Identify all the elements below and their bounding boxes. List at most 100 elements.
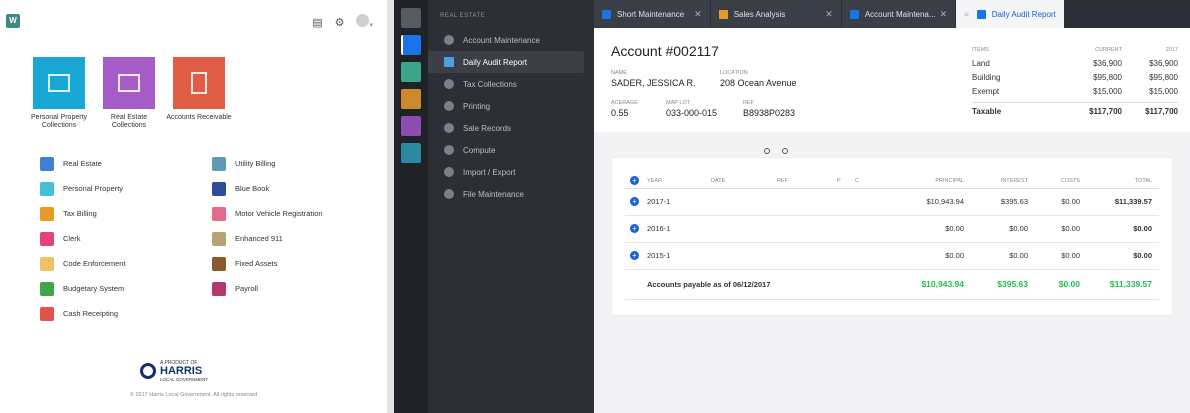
- acreage-label: ACERAGE: [611, 100, 638, 106]
- sidebar-item-label: Daily Audit Report: [463, 57, 528, 67]
- app-link[interactable]: Enhanced 911: [212, 231, 372, 246]
- workspace-logo[interactable]: W: [6, 14, 20, 28]
- avatar: [356, 14, 370, 27]
- app-link[interactable]: Motor Vehicle Registration: [212, 206, 372, 221]
- principal-cell: $0.00: [893, 242, 971, 270]
- sidebar-item[interactable]: Import / Export: [428, 161, 584, 183]
- app-link[interactable]: Clerk: [40, 231, 212, 246]
- add-icon[interactable]: +: [630, 176, 639, 186]
- table-row[interactable]: + 2016-1 $0.00 $0.00 $0.00 $0.00: [625, 215, 1159, 243]
- sidebar-item[interactable]: File Maintenance: [428, 183, 584, 205]
- tile-personal-property-collections[interactable]: Personal Property Collections: [31, 57, 87, 130]
- expand-icon[interactable]: +: [630, 251, 639, 260]
- close-icon[interactable]: ✕: [694, 9, 702, 20]
- tile-accounts-receivable[interactable]: Accounts Receivable: [166, 57, 232, 130]
- tab-account-maintenance[interactable]: Account Maintena... ✕: [841, 0, 957, 28]
- sidebar-item[interactable]: Daily Audit Report: [428, 51, 584, 73]
- tab-daily-audit-report[interactable]: ≡ Daily Audit Report: [956, 0, 1065, 28]
- valuation-cell: $95,800: [1149, 72, 1178, 82]
- app-icon: [212, 206, 226, 221]
- home-icon: [849, 9, 859, 19]
- costs-cell: $0.00: [1035, 188, 1087, 216]
- app-link[interactable]: Cash Receipting: [40, 306, 212, 321]
- tab-sales-analysis[interactable]: Sales Analysis ✕: [710, 0, 842, 28]
- interest-cell: $0.00: [971, 215, 1035, 243]
- valuation-table: ITEMS CURRENT 2017 Land $36,900 $36,900 …: [972, 44, 1178, 116]
- app-icon-bar: [394, 0, 428, 413]
- tab-label: Short Maintenance: [617, 9, 685, 19]
- tab-short-maintenance[interactable]: Short Maintenance ✕: [594, 0, 711, 28]
- app-link[interactable]: Payroll: [212, 281, 372, 296]
- home-icon[interactable]: [401, 35, 421, 55]
- app-icon: [40, 281, 54, 296]
- chevron-down-icon: ▾: [369, 22, 373, 29]
- drag-handle-icon[interactable]: ≡: [964, 10, 969, 19]
- valuation-cell: Land: [972, 58, 990, 68]
- table-row[interactable]: + 2017-1 $10,943.94 $395.63 $0.00 $11,33…: [625, 188, 1159, 216]
- maplot-label: MAP LOT: [666, 100, 691, 106]
- expand-icon[interactable]: +: [630, 197, 639, 206]
- app-link[interactable]: Real Estate: [40, 156, 212, 171]
- sidebar-item[interactable]: Printing: [428, 95, 584, 117]
- valuation-row: Exempt $15,000 $15,000: [972, 84, 1178, 98]
- app-icon: [212, 256, 226, 271]
- user-menu[interactable]: ▾: [356, 14, 373, 30]
- app-icon: [212, 156, 226, 171]
- app-label: Motor Vehicle Registration: [235, 209, 323, 218]
- tile-real-estate-collections[interactable]: Real Estate Collections: [103, 57, 155, 130]
- name-value: SADER, JESSICA R.: [611, 78, 696, 88]
- menu-item-icon: [444, 35, 454, 45]
- app-link[interactable]: Budgetary System: [40, 281, 212, 296]
- app-icon: [40, 156, 54, 171]
- carousel-dot[interactable]: [782, 148, 788, 154]
- expand-icon[interactable]: +: [630, 224, 639, 233]
- interest-total: $395.63: [971, 269, 1035, 300]
- carousel-dot[interactable]: [764, 148, 770, 154]
- audit-table: + YEAR DATE REF P C PRINCIPAL INTEREST C…: [625, 174, 1159, 300]
- app-icon: [212, 181, 226, 196]
- menu-item-icon: [444, 101, 454, 111]
- app-link[interactable]: Tax Billing: [40, 206, 212, 221]
- gear-icon[interactable]: ⚙: [335, 16, 345, 29]
- tab-label: Daily Audit Report: [991, 9, 1056, 19]
- valuation-row: Building $95,800 $95,800: [972, 70, 1178, 84]
- card-icon[interactable]: [401, 143, 421, 163]
- sidebar-item[interactable]: Tax Collections: [428, 73, 584, 95]
- app-label: Enhanced 911: [235, 234, 283, 243]
- table-header: + YEAR DATE REF P C PRINCIPAL INTEREST C…: [625, 174, 1159, 189]
- person-icon[interactable]: [401, 62, 421, 82]
- valuation-cell: Taxable: [972, 107, 1002, 116]
- app-icon: [40, 181, 54, 196]
- book-icon[interactable]: [401, 89, 421, 109]
- valuation-cell: $95,800: [1093, 72, 1122, 82]
- app-link[interactable]: Personal Property: [40, 181, 212, 196]
- sidebar-section-title: REAL ESTATE: [440, 13, 486, 19]
- building-icon[interactable]: ▤: [312, 16, 322, 29]
- app-link[interactable]: Utility Billing: [212, 156, 372, 171]
- sidebar-item[interactable]: Compute: [428, 139, 584, 161]
- year-cell: 2016-1: [647, 215, 711, 243]
- module-sidebar: REAL ESTATE Account Maintenance Daily Aud…: [428, 0, 594, 413]
- app-link[interactable]: Blue Book: [212, 181, 372, 196]
- total-cell: $0.00: [1087, 242, 1159, 270]
- sidebar-item[interactable]: Account Maintenance: [428, 29, 584, 51]
- app-link[interactable]: Fixed Assets: [212, 256, 372, 271]
- sidebar-item-label: Tax Collections: [463, 79, 517, 89]
- close-icon[interactable]: ✕: [940, 9, 948, 20]
- column-header: INTEREST: [971, 174, 1035, 189]
- account-header: Account #002117 NAME SADER, JESSICA R. L…: [594, 28, 1190, 132]
- valuation-cell: Exempt: [972, 86, 1000, 96]
- brand-name: HARRIS: [160, 365, 203, 377]
- grid-icon[interactable]: [401, 8, 421, 28]
- app-link[interactable]: Code Enforcement: [40, 256, 212, 271]
- sidebar-item-label: File Maintenance: [463, 189, 524, 199]
- sidebar-item[interactable]: Sale Records: [428, 117, 584, 139]
- total-cell: $0.00: [1087, 215, 1159, 243]
- table-row[interactable]: + 2015-1 $0.00 $0.00 $0.00 $0.00: [625, 242, 1159, 270]
- folder-icon[interactable]: [401, 116, 421, 136]
- principal-cell: $0.00: [893, 215, 971, 243]
- valuation-cell: $36,900: [1093, 58, 1122, 68]
- harris-logo: [140, 363, 156, 379]
- principal-cell: $10,943.94: [893, 188, 971, 216]
- close-icon[interactable]: ✕: [825, 9, 833, 20]
